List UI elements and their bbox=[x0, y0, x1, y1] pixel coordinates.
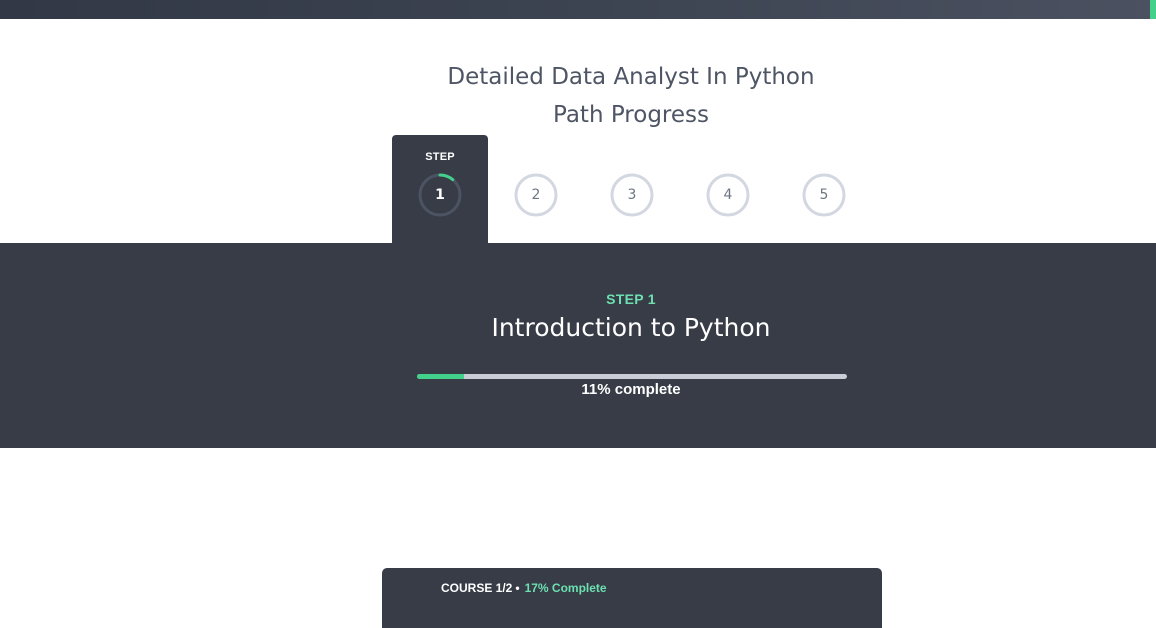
current-course-title[interactable]: Introduction to Python bbox=[0, 313, 1156, 342]
step-progress-ring: 3 bbox=[609, 172, 655, 218]
step-tab-1[interactable]: STEP 1 bbox=[392, 135, 488, 243]
step-progress-ring: 4 bbox=[705, 172, 751, 218]
step-number: 2 bbox=[531, 187, 541, 203]
course-card-meta: COURSE 1/2 • 17% Complete bbox=[441, 581, 607, 595]
step-number: 4 bbox=[723, 187, 733, 203]
separator-dot: • bbox=[515, 581, 520, 595]
top-nav-bar bbox=[0, 0, 1156, 19]
course-complete-text: 17% Complete bbox=[524, 581, 607, 595]
step-progress-bar bbox=[417, 374, 847, 379]
step-number: 3 bbox=[627, 187, 637, 203]
current-step-panel: STEP 1 Introduction to Python 11% comple… bbox=[0, 243, 1156, 448]
course-card[interactable]: COURSE 1/2 • 17% Complete bbox=[382, 568, 882, 628]
step-tab-5[interactable]: 5 bbox=[776, 135, 872, 243]
page-title: Detailed Data Analyst In Python Path Pro… bbox=[0, 58, 1156, 134]
top-bar-accent bbox=[1150, 0, 1156, 19]
step-progress-ring: 1 bbox=[417, 172, 463, 218]
page-title-line2: Path Progress bbox=[553, 102, 709, 128]
step-progress-text: 11% complete bbox=[581, 381, 681, 398]
page-title-line1: Detailed Data Analyst In Python bbox=[447, 64, 815, 90]
step-tab-4[interactable]: 4 bbox=[680, 135, 776, 243]
step-number: 1 bbox=[435, 187, 445, 203]
step-progress-ring: 5 bbox=[801, 172, 847, 218]
step-progress-ring: 2 bbox=[513, 172, 559, 218]
step-tab-label: STEP bbox=[425, 151, 455, 163]
step-tab-2[interactable]: 2 bbox=[488, 135, 584, 243]
step-progress-fill bbox=[417, 374, 465, 379]
step-tab-3[interactable]: 3 bbox=[584, 135, 680, 243]
current-step-label: STEP 1 bbox=[606, 291, 656, 307]
course-index: COURSE 1/2 bbox=[441, 581, 513, 595]
step-number: 5 bbox=[819, 187, 829, 203]
